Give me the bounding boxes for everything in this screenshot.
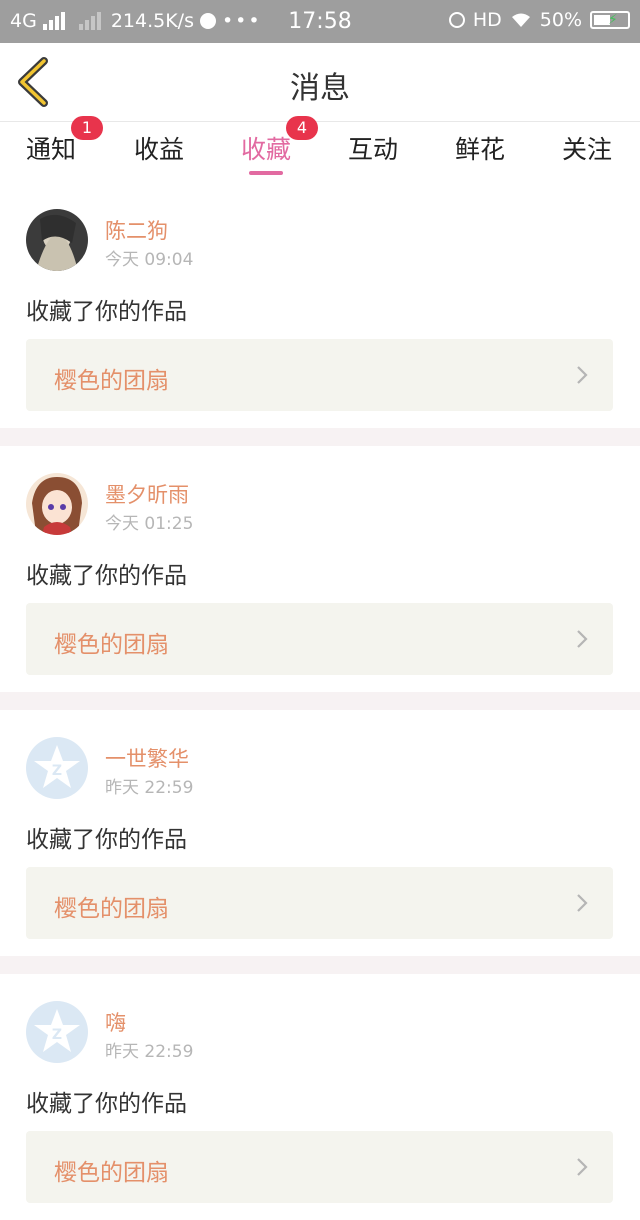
message-action: 收藏了你的作品 bbox=[26, 563, 187, 589]
user-name[interactable]: 陈二狗 bbox=[105, 215, 168, 245]
message-action: 收藏了你的作品 bbox=[26, 827, 187, 853]
battery-icon: ⚡ bbox=[590, 11, 630, 29]
message-action: 收藏了你的作品 bbox=[26, 299, 187, 325]
tab-following[interactable]: 关注 bbox=[562, 130, 612, 166]
svg-text:Z: Z bbox=[52, 1027, 62, 1043]
tab-bar: 通知 1 收益 收藏 4 互动 鲜花 关注 bbox=[0, 116, 640, 182]
message-time: 今天 01:25 bbox=[105, 514, 194, 534]
chevron-right-icon bbox=[577, 366, 588, 384]
message-card: 墨夕昕雨 今天 01:25 收藏了你的作品 樱色的团扇 bbox=[0, 446, 640, 692]
default-star-avatar[interactable]: Z bbox=[26, 737, 88, 799]
message-card: Z 嗨 昨天 22:59 收藏了你的作品 樱色的团扇 bbox=[0, 974, 640, 1220]
nav-bar: 消息 bbox=[0, 43, 640, 122]
wifi-icon bbox=[511, 13, 530, 27]
chevron-right-icon bbox=[577, 894, 588, 912]
work-link[interactable]: 樱色的团扇 bbox=[26, 1131, 613, 1203]
work-title: 樱色的团扇 bbox=[54, 1160, 169, 1186]
card-separator bbox=[0, 692, 640, 710]
battery-percent: 50% bbox=[539, 9, 582, 31]
page-title: 消息 bbox=[290, 71, 350, 106]
message-time: 今天 09:04 bbox=[105, 250, 194, 270]
work-title: 樱色的团扇 bbox=[54, 368, 169, 394]
work-title: 樱色的团扇 bbox=[54, 896, 169, 922]
chevron-right-icon bbox=[577, 1158, 588, 1176]
message-list: 陈二狗 今天 09:04 收藏了你的作品 樱色的团扇 墨夕昕雨 今天 01:25… bbox=[0, 182, 640, 1220]
message-card: Z 一世繁华 昨天 22:59 收藏了你的作品 樱色的团扇 bbox=[0, 710, 640, 956]
tab-badge-notifications: 1 bbox=[71, 116, 103, 140]
tab-earnings[interactable]: 收益 bbox=[134, 130, 184, 166]
anime-girl-avatar[interactable] bbox=[26, 473, 88, 535]
user-name[interactable]: 一世繁华 bbox=[105, 743, 189, 773]
card-separator bbox=[0, 428, 640, 446]
message-card: 陈二狗 今天 09:04 收藏了你的作品 樱色的团扇 bbox=[0, 182, 640, 428]
message-action: 收藏了你的作品 bbox=[26, 1091, 187, 1117]
svg-text:Z: Z bbox=[52, 763, 62, 779]
default-star-avatar[interactable]: Z bbox=[26, 1001, 88, 1063]
tab-flowers[interactable]: 鲜花 bbox=[455, 130, 505, 166]
tab-badge-favorites: 4 bbox=[286, 116, 318, 140]
dark-anime-avatar[interactable] bbox=[26, 209, 88, 271]
tab-notifications[interactable]: 通知 bbox=[26, 130, 76, 166]
user-name[interactable]: 嗨 bbox=[105, 1007, 126, 1037]
tab-interactions[interactable]: 互动 bbox=[348, 130, 398, 166]
work-link[interactable]: 樱色的团扇 bbox=[26, 867, 613, 939]
work-title: 樱色的团扇 bbox=[54, 632, 169, 658]
message-time: 昨天 22:59 bbox=[105, 1042, 194, 1062]
message-time: 昨天 22:59 bbox=[105, 778, 194, 798]
card-separator bbox=[0, 956, 640, 974]
user-name[interactable]: 墨夕昕雨 bbox=[105, 479, 189, 509]
work-link[interactable]: 樱色的团扇 bbox=[26, 603, 613, 675]
active-tab-indicator bbox=[249, 171, 283, 175]
tab-favorites[interactable]: 收藏 bbox=[241, 130, 291, 166]
hd-indicator: HD bbox=[472, 9, 502, 31]
work-link[interactable]: 樱色的团扇 bbox=[26, 339, 613, 411]
status-bar: 4G 214.5K/s ••• 17:58 HD 50% ⚡ bbox=[0, 0, 640, 43]
alarm-icon bbox=[448, 12, 465, 28]
chevron-right-icon bbox=[577, 630, 588, 648]
